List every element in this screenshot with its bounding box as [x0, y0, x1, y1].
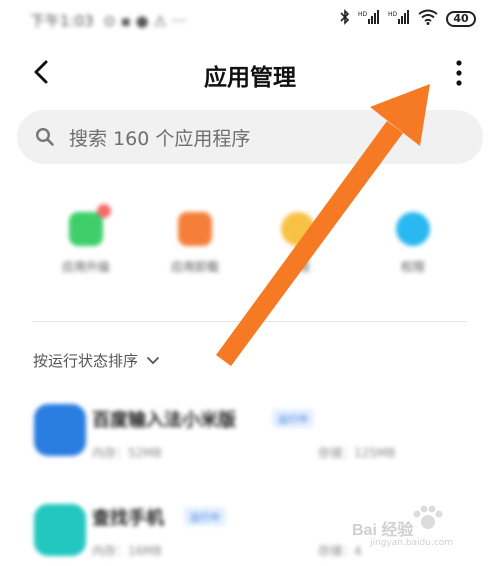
watermark: Bai 经验 jingyan.baidu.com — [352, 504, 488, 552]
app-storage: 存储：125MB — [318, 446, 396, 460]
default-app-label: 权限 — [285, 260, 310, 274]
search-input[interactable]: 搜索 160 个应用程序 — [17, 110, 483, 164]
chevron-down-icon — [147, 356, 159, 364]
header: 应用管理 — [0, 48, 500, 98]
svg-text:HD: HD — [388, 11, 398, 18]
notification-icons: ⊙ ▪ ● ⚠ ··· — [98, 12, 186, 30]
watermark-url: jingyan.baidu.com — [370, 538, 454, 548]
bluetooth-icon — [340, 9, 350, 28]
running-badge: 运行中 — [184, 507, 226, 526]
signal-icon-1: HD — [358, 9, 380, 28]
permission-icon — [396, 212, 430, 246]
sort-dropdown[interactable]: 按运行状态排序 — [33, 350, 160, 371]
sort-label: 按运行状态排序 — [33, 352, 139, 370]
permission-action[interactable]: 权限 — [370, 212, 456, 275]
app-memory: 内存：52MB — [92, 446, 162, 460]
app-name: 百度输入法小米版 — [92, 410, 236, 431]
search-icon — [35, 127, 54, 146]
app-upgrade-label: 应用升级 — [61, 260, 110, 274]
svg-text:HD: HD — [358, 11, 368, 18]
find-device-app-icon — [34, 504, 86, 556]
baidu-paw-icon — [413, 505, 443, 529]
app-row-baidu-input[interactable]: 百度输入法小米版 运行中 内存：52MB 存储：125MB — [0, 388, 500, 468]
app-name: 查找手机 — [92, 508, 164, 529]
baidu-input-app-icon — [34, 404, 86, 456]
app-uninstall-label: 应用卸载 — [170, 260, 219, 274]
more-options-button[interactable] — [445, 56, 473, 90]
watermark-text: Bai 经验 — [352, 522, 414, 539]
page-title: 应用管理 — [204, 65, 296, 91]
app-upgrade-action[interactable]: 应用升级 — [43, 204, 129, 275]
permission-label: 权限 — [400, 260, 425, 274]
status-time: 下午1:03 — [30, 12, 94, 30]
app-upgrade-icon — [69, 204, 111, 246]
search-placeholder: 搜索 160 个应用程序 — [69, 127, 251, 150]
battery-indicator: 40 — [446, 10, 476, 27]
running-badge: 运行中 — [272, 409, 314, 428]
signal-icon-2: HD — [388, 9, 410, 28]
wifi-icon — [418, 9, 438, 28]
app-uninstall-action[interactable]: 应用卸载 — [152, 212, 238, 275]
status-bar: 下午1:03 ⊙ ▪ ● ⚠ ··· HD HD 40 — [0, 0, 500, 40]
status-right: HD HD 40 — [340, 9, 476, 28]
trash-icon — [178, 212, 212, 246]
notification-dot-icon — [97, 204, 111, 218]
default-app-icon — [281, 212, 315, 246]
app-memory: 内存：16MB — [92, 544, 162, 558]
status-left: 下午1:03 ⊙ ▪ ● ⚠ ··· — [30, 10, 186, 31]
default-app-action[interactable]: 权限 — [255, 212, 341, 275]
more-vertical-icon — [456, 60, 462, 86]
divider — [33, 321, 467, 322]
